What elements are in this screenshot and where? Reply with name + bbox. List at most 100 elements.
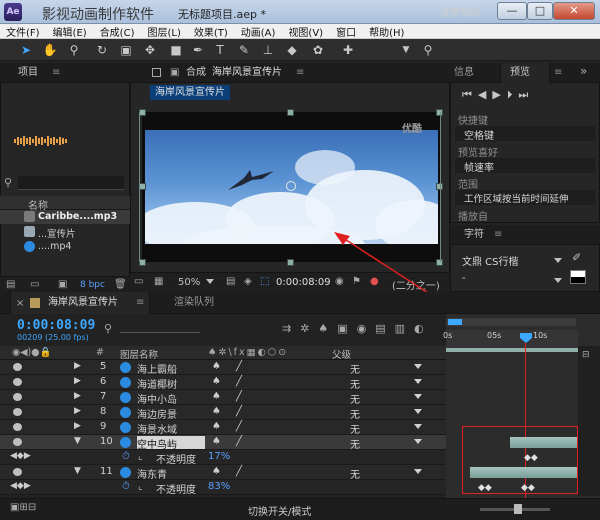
timeline-scrollbar[interactable] [578,346,600,496]
tab-preview[interactable]: 预览 [510,63,530,83]
new-comp-icon[interactable]: ▣ [58,279,67,290]
new-folder-icon[interactable]: ▭ [30,279,39,290]
delete-icon[interactable]: 🗑 [114,279,127,290]
shy-switch-icon[interactable]: ♠ [212,376,221,387]
visibility-icon[interactable] [13,363,22,371]
quality-switch-icon[interactable]: ╱ [236,406,242,417]
shy-switch-icon[interactable]: ♠ [212,421,221,432]
region-of-interest-icon[interactable]: ⬚ [260,276,269,287]
menu-edit[interactable]: 编辑(E) [53,24,87,39]
keyframe-navigator-icon[interactable]: ◀◆▶ [10,451,31,461]
menu-file[interactable]: 文件(F) [6,24,40,39]
visibility-icon[interactable] [13,378,22,386]
parent-select[interactable]: 无 [350,406,360,421]
puppet-pin-tool-icon[interactable]: ✚ [340,42,356,58]
parent-select[interactable]: 无 [350,376,360,391]
layer-row-selected[interactable]: ▼ 10 空中鸟屿 ♠ ╱ 无 [0,435,446,451]
chevron-down-icon[interactable] [206,279,214,284]
tab-project[interactable]: 项目 [18,63,38,83]
transform-handle[interactable] [139,259,146,266]
workspace-dropdown-icon[interactable]: ▼ [398,42,414,58]
zoom-slider-handle[interactable] [514,504,522,514]
shy-switch-icon[interactable]: ♠ [212,391,221,402]
toggle-switches-modes[interactable]: 切换开关/模式 [248,503,311,518]
mask-visibility-icon[interactable]: ◈ [244,276,252,287]
layer-row[interactable]: ▶ 5 海上霸船 ♠ ╱ 无 [0,360,446,376]
hand-tool-icon[interactable]: ✋ [42,42,58,58]
font-family-select[interactable]: 文鼎 CS行楷 [462,253,519,268]
tab-render-queue[interactable]: 渲染队列 [174,293,214,313]
chevron-down-icon[interactable] [414,439,422,444]
visibility-icon[interactable] [13,423,22,431]
channel-icon[interactable]: ● [370,276,379,287]
shy-switch-icon[interactable]: ♠ [212,436,221,447]
stopwatch-icon[interactable]: ⏱ [122,451,130,462]
tab-composition[interactable]: 海岸风景宣传片 [212,63,282,83]
menu-composition[interactable]: 合成(C) [100,24,135,39]
panel-menu-icon[interactable]: ≡ [136,297,144,308]
opacity-value[interactable]: 83% [208,481,230,492]
chevron-down-icon[interactable] [414,424,422,429]
menu-help[interactable]: 帮助(H) [369,24,404,39]
comp-button-icon[interactable]: ⊟ [582,350,590,360]
layer-name[interactable]: 海上霸船 [137,361,205,376]
expand-icon[interactable]: ▶ [74,391,81,401]
search-icon[interactable]: ⚲ [104,322,112,335]
visibility-icon[interactable] [13,393,22,401]
timeline-search-input[interactable] [120,332,200,333]
parent-select[interactable]: 无 [350,466,360,481]
property-row-opacity[interactable]: ◀◆▶ ⏱ ⌞ 不透明度 17% [0,450,446,466]
graph-icon[interactable]: ⌞ [138,451,143,462]
visibility-icon[interactable] [13,408,22,416]
chevron-down-icon[interactable] [414,379,422,384]
rotate-tool-icon[interactable]: ↻ [94,42,110,58]
panel-menu-icon[interactable]: ≡ [52,67,60,78]
timeline-switches-icons[interactable]: ⇉✲♠▣◉▤▥◐ [282,322,433,335]
close-button[interactable]: ✕ [553,2,595,20]
chevron-down-icon[interactable] [414,394,422,399]
menu-effect[interactable]: 效果(T) [194,24,228,39]
composition-breadcrumb[interactable]: 海岸风景宣传片 [150,85,230,100]
transform-handle[interactable] [139,109,146,116]
zoom-tool-icon[interactable]: ⚲ [66,42,82,58]
close-tab-icon[interactable]: × [16,298,24,309]
project-item[interactable]: ...宣传片 [0,225,130,240]
layer-row[interactable]: ▶ 6 海道椰树 ♠ ╱ 无 [0,375,446,391]
transform-handle[interactable] [287,109,294,116]
time-navigator[interactable] [446,318,576,326]
maximize-button[interactable]: □ [527,2,553,20]
layer-row[interactable]: ▶ 7 海中小岛 ♠ ╱ 无 [0,390,446,406]
always-preview-icon[interactable]: ▭ [134,276,143,287]
parent-select[interactable]: 无 [350,421,360,436]
visibility-icon[interactable] [13,468,22,476]
expand-icon[interactable]: ▶ [74,376,81,386]
parent-column[interactable]: 父级 [332,347,351,361]
project-item[interactable]: Caribbe....mp3 [0,210,130,224]
menu-animation[interactable]: 动画(A) [241,24,276,39]
collapse-icon[interactable]: ▼ [74,466,81,476]
opacity-value[interactable]: 17% [208,451,230,462]
keyframe-navigator-icon[interactable]: ◀◆▶ [10,481,31,491]
eraser-tool-icon[interactable]: ◆ [284,42,300,58]
quality-switch-icon[interactable]: ╱ [236,391,242,402]
work-area-bar[interactable] [446,348,578,352]
chevron-down-icon[interactable] [414,469,422,474]
anchor-point-icon[interactable] [286,181,296,191]
parent-select[interactable]: 无 [350,361,360,376]
layer-name[interactable]: 海边房景 [137,406,205,421]
pan-behind-tool-icon[interactable]: ✥ [142,42,158,58]
chevron-down-icon[interactable] [414,364,422,369]
zoom-level[interactable]: 50% [178,277,200,288]
visibility-icon[interactable] [13,438,22,446]
collapse-icon[interactable]: ▼ [74,436,81,446]
quality-switch-icon[interactable]: ╱ [236,361,242,372]
snapshot-icon[interactable]: ◉ [335,276,344,287]
shy-switch-icon[interactable]: ♠ [212,406,221,417]
expand-icon[interactable]: » [580,64,587,78]
type-tool-icon[interactable]: T [212,42,228,58]
transform-handle[interactable] [287,259,294,266]
chevron-down-icon[interactable] [554,278,562,283]
work-area-start[interactable] [448,319,462,325]
layer-name[interactable]: 海道椰树 [137,376,205,391]
expand-icon[interactable]: ▶ [74,421,81,431]
